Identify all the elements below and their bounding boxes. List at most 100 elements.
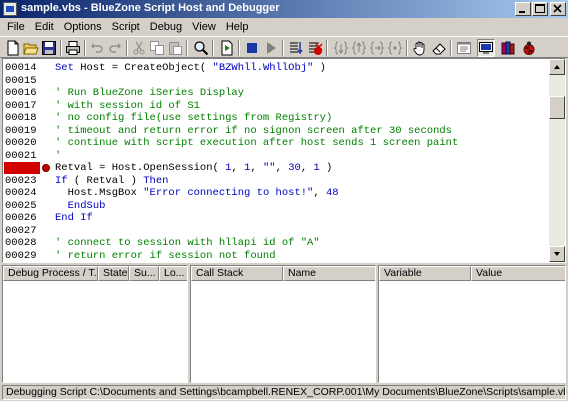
minimize-button[interactable] bbox=[515, 2, 531, 16]
line-number[interactable]: 00017 bbox=[4, 100, 40, 112]
step-over-button[interactable] bbox=[332, 39, 350, 57]
toolbar-separator bbox=[406, 40, 408, 56]
column-header-state[interactable]: State bbox=[98, 266, 129, 281]
code-line[interactable]: Set Host = CreateObject( "BZWhll.WhllObj… bbox=[55, 62, 326, 74]
scroll-up-button[interactable] bbox=[549, 59, 565, 75]
save-button[interactable] bbox=[40, 39, 58, 57]
code-line[interactable]: Retval = Host.OpenSession( 1, 1, "", 30,… bbox=[55, 162, 332, 174]
step-over-icon bbox=[333, 41, 349, 55]
play-button[interactable] bbox=[262, 39, 280, 57]
column-header-lo[interactable]: Lo... bbox=[159, 266, 187, 281]
column-header-debug-process[interactable]: Debug Process / T... bbox=[3, 266, 98, 281]
toolbar-separator bbox=[450, 40, 452, 56]
code-line[interactable]: ' no config file(use settings from Regis… bbox=[55, 112, 332, 124]
menu-debug[interactable]: Debug bbox=[145, 19, 187, 35]
step-into-button[interactable] bbox=[287, 39, 305, 57]
scroll-down-button[interactable] bbox=[549, 246, 565, 262]
line-number[interactable]: 00022 bbox=[4, 162, 40, 174]
line-number-gutter[interactable]: 00014 00015 00016 00017 00018 00019 00020 00021… bbox=[3, 59, 55, 262]
up-arrow-icon bbox=[554, 65, 560, 69]
menu-edit[interactable]: Edit bbox=[30, 19, 59, 35]
redo-button[interactable] bbox=[106, 39, 124, 57]
title-bar[interactable]: sample.vbs - BlueZone Script Host and De… bbox=[0, 0, 568, 18]
run-to-cursor-button[interactable] bbox=[368, 39, 386, 57]
code-line[interactable]: ' Run BlueZone iSeries Display bbox=[55, 87, 244, 99]
library-button[interactable] bbox=[499, 39, 517, 57]
code-line[interactable]: ' timeout and return error if no signon … bbox=[55, 125, 452, 137]
cut-button[interactable] bbox=[130, 39, 148, 57]
find-button[interactable] bbox=[192, 39, 210, 57]
scroll-thumb[interactable] bbox=[549, 96, 565, 119]
copy-button[interactable] bbox=[148, 39, 166, 57]
stop-button[interactable] bbox=[243, 39, 261, 57]
line-number[interactable]: 00021 bbox=[4, 150, 40, 162]
breakpoint-icon[interactable] bbox=[42, 164, 50, 172]
column-header-call-stack[interactable]: Call Stack bbox=[191, 266, 283, 281]
hand-icon bbox=[413, 41, 425, 56]
menu-options[interactable]: Options bbox=[59, 19, 107, 35]
undo-button[interactable] bbox=[88, 39, 106, 57]
call-stack-panel[interactable]: Call Stack Name bbox=[190, 265, 376, 383]
app-icon[interactable] bbox=[3, 2, 17, 16]
step-out-button[interactable] bbox=[350, 39, 368, 57]
line-number[interactable]: 00024 bbox=[4, 187, 40, 199]
line-number[interactable]: 00023 bbox=[4, 175, 40, 187]
code-line[interactable]: If ( Retval ) Then bbox=[55, 175, 168, 187]
debug-process-panel[interactable]: Debug Process / T... State Su... Lo... bbox=[2, 265, 188, 383]
line-number[interactable]: 00015 bbox=[4, 75, 40, 87]
line-number[interactable]: 00029 bbox=[4, 250, 40, 262]
print-button[interactable] bbox=[64, 39, 82, 57]
menu-view[interactable]: View bbox=[187, 19, 221, 35]
column-header-variable[interactable]: Variable bbox=[379, 266, 471, 281]
line-number[interactable]: 00020 bbox=[4, 137, 40, 149]
window-button[interactable] bbox=[455, 39, 473, 57]
line-number[interactable]: 00019 bbox=[4, 125, 40, 137]
variables-panel[interactable]: Variable Value bbox=[378, 265, 566, 383]
code-editor[interactable]: 00014 00015 00016 00017 00018 00019 00020 00021… bbox=[2, 58, 566, 263]
column-header-name[interactable]: Name bbox=[283, 266, 375, 281]
menu-help[interactable]: Help bbox=[221, 19, 254, 35]
code-line[interactable]: EndSub bbox=[55, 200, 106, 212]
menu-script[interactable]: Script bbox=[107, 19, 145, 35]
step-out-icon bbox=[351, 41, 367, 55]
code-line[interactable]: ' continue with script execution after h… bbox=[55, 137, 458, 149]
line-number[interactable]: 00014 bbox=[4, 62, 40, 74]
minimize-icon bbox=[519, 11, 525, 13]
code-line[interactable]: ' bbox=[55, 150, 61, 162]
close-icon bbox=[553, 4, 562, 13]
run-to-cursor-icon bbox=[369, 41, 385, 55]
toggle-breakpoint-button[interactable] bbox=[306, 39, 324, 57]
maximize-button[interactable] bbox=[532, 2, 548, 16]
code-line[interactable]: End If bbox=[55, 212, 93, 224]
hand-button[interactable] bbox=[411, 39, 429, 57]
eraser-button[interactable] bbox=[430, 39, 448, 57]
menu-file[interactable]: File bbox=[2, 19, 30, 35]
code-line[interactable]: ' return error if session not found bbox=[55, 250, 276, 262]
toolbar-separator bbox=[238, 40, 240, 56]
line-number[interactable]: 00025 bbox=[4, 200, 40, 212]
undo-icon bbox=[91, 43, 103, 53]
line-number[interactable]: 00028 bbox=[4, 237, 40, 249]
column-header-value[interactable]: Value bbox=[471, 266, 565, 281]
bug-button[interactable] bbox=[520, 39, 538, 57]
code-line[interactable]: ' connect to session with hllapi id of "… bbox=[55, 237, 320, 249]
close-button[interactable] bbox=[550, 2, 566, 16]
line-number[interactable]: 00026 bbox=[4, 212, 40, 224]
monitor-toggle-button[interactable] bbox=[477, 39, 495, 57]
toolbar-separator bbox=[326, 40, 328, 56]
step-braces-button[interactable] bbox=[386, 39, 404, 57]
run-script-button[interactable] bbox=[218, 39, 236, 57]
books-icon bbox=[501, 41, 515, 55]
code-area[interactable]: Set Host = CreateObject( "BZWhll.WhllObj… bbox=[55, 59, 549, 262]
line-number[interactable]: 00016 bbox=[4, 87, 40, 99]
line-number[interactable]: 00018 bbox=[4, 112, 40, 124]
new-file-button[interactable] bbox=[4, 39, 22, 57]
down-arrow-icon bbox=[554, 252, 560, 256]
open-button[interactable] bbox=[22, 39, 40, 57]
editor-vertical-scrollbar[interactable] bbox=[549, 59, 565, 262]
line-number[interactable]: 00027 bbox=[4, 225, 40, 237]
paste-button[interactable] bbox=[166, 39, 184, 57]
code-line[interactable]: Host.MsgBox "Error connecting to host!",… bbox=[55, 187, 339, 199]
column-header-su[interactable]: Su... bbox=[129, 266, 159, 281]
code-line[interactable]: ' with session id of S1 bbox=[55, 100, 200, 112]
